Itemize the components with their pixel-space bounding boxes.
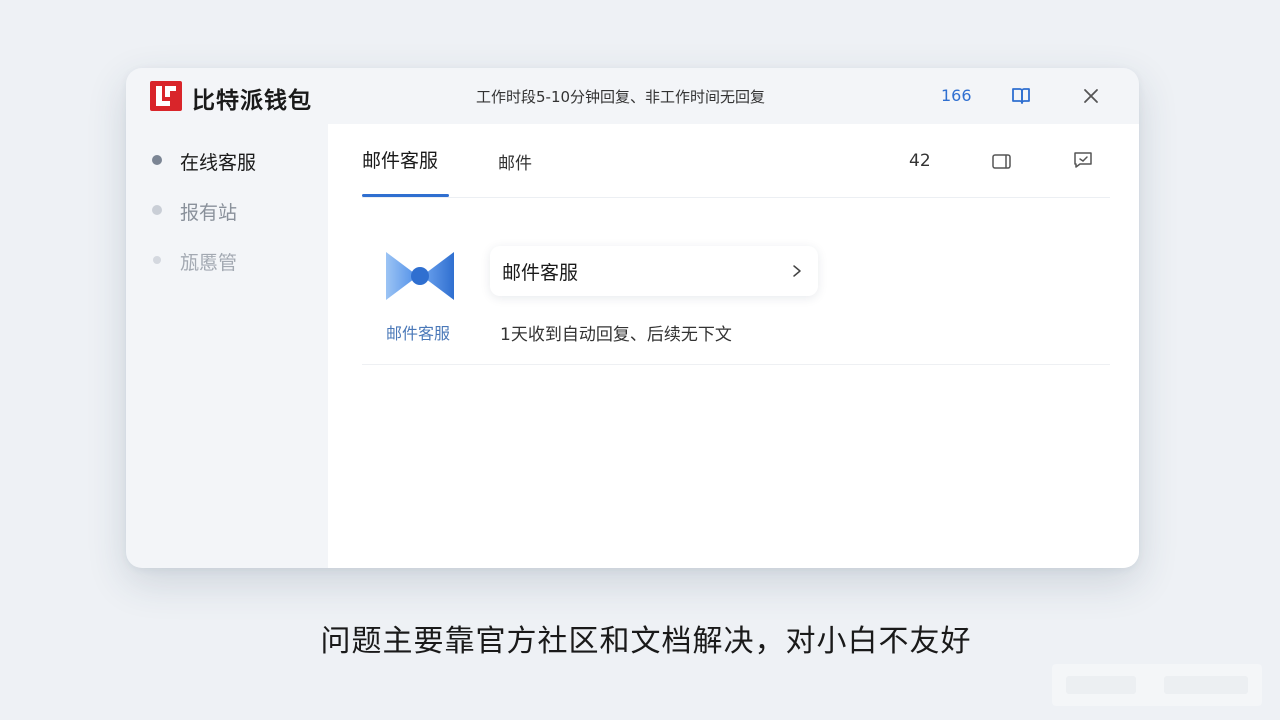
app-name: 比特派钱包: [192, 88, 312, 114]
mail-service-icon: [386, 252, 454, 300]
close-icon[interactable]: [1080, 85, 1102, 107]
row-divider: [362, 364, 1110, 365]
sidebar-item-label: 报有站: [180, 202, 238, 224]
device-icon[interactable]: [990, 150, 1014, 172]
service-icon-caption: 邮件客服: [386, 324, 451, 343]
service-card-title: 邮件客服: [502, 262, 579, 284]
tab-email-service[interactable]: 邮件客服: [362, 146, 438, 173]
inactive-dot: [152, 205, 162, 215]
video-subtitle: 问题主要靠官方社区和文档解决，对小白不友好: [320, 624, 972, 659]
chat-icon[interactable]: [1071, 149, 1095, 171]
tab-divider: [362, 197, 1110, 198]
tab-email[interactable]: 邮件: [498, 149, 532, 174]
main-content: 邮件客服 邮件 42 邮件客服 邮件客服 1天收到自动回复、后续无下文: [328, 124, 1139, 568]
watermark: [1052, 664, 1262, 706]
sidebar-item-label: 瓬慝管: [180, 252, 238, 274]
header-count[interactable]: 166: [941, 86, 972, 105]
inactive-dot: [153, 256, 161, 264]
customer-service-window: 比特派钱包 工作时段5-10分钟回复、非工作时间无回复 166 在线客服 报有站…: [126, 68, 1139, 568]
sidebar-item-label: 在线客服: [180, 152, 257, 174]
active-dot: [152, 155, 162, 165]
sidebar: 在线客服 报有站 瓬慝管: [126, 124, 328, 568]
email-service-card[interactable]: 邮件客服: [490, 246, 818, 296]
book-icon[interactable]: [1010, 85, 1032, 107]
service-description: 1天收到自动回复、后续无下文: [500, 325, 732, 345]
bitpie-logo-icon: [150, 81, 182, 111]
tab-count: 42: [909, 151, 931, 171]
chevron-right-icon: [793, 265, 801, 277]
title-bar: 比特派钱包 工作时段5-10分钟回复、非工作时间无回复 166: [126, 68, 1139, 124]
service-hours-notice: 工作时段5-10分钟回复、非工作时间无回复: [476, 88, 766, 106]
